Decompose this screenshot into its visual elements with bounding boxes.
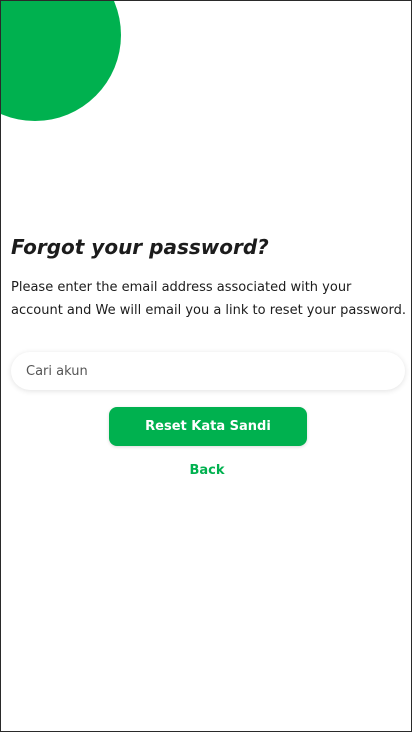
back-link[interactable]: Back [1, 463, 411, 478]
forgot-password-screen: Forgot your password? Please enter the e… [0, 0, 412, 732]
account-search-field[interactable] [11, 352, 405, 390]
instructions-text: Please enter the email address associate… [11, 280, 407, 318]
decorative-circle [1, 1, 121, 121]
reset-password-button[interactable]: Reset Kata Sandi [109, 407, 307, 446]
page-title: Forgot your password? [11, 235, 269, 259]
account-search-input[interactable] [11, 352, 405, 390]
